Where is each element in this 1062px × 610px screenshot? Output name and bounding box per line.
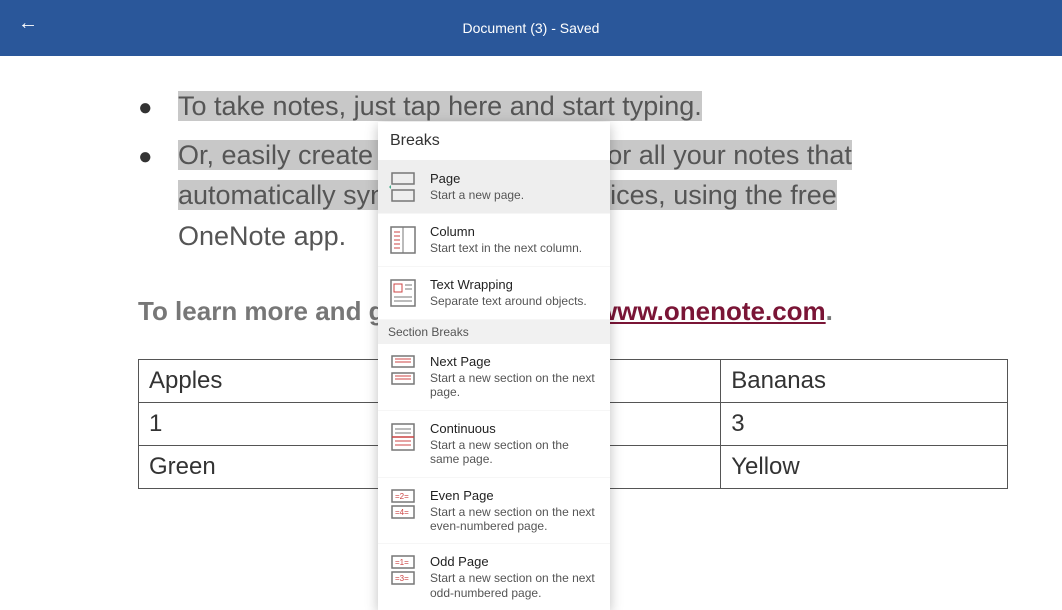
dd-text: Page Start a new page. bbox=[430, 171, 524, 202]
option-title: Even Page bbox=[430, 488, 600, 503]
option-title: Odd Page bbox=[430, 554, 600, 569]
option-desc: Start a new section on the next page. bbox=[430, 371, 600, 400]
table-cell[interactable]: Bananas bbox=[721, 360, 1008, 403]
dd-text: Text Wrapping Separate text around objec… bbox=[430, 277, 587, 308]
next-page-icon bbox=[388, 354, 418, 386]
dd-text: Odd Page Start a new section on the next… bbox=[430, 554, 600, 600]
option-title: Next Page bbox=[430, 354, 600, 369]
bullet-text-1: To take notes, just tap here and start t… bbox=[178, 86, 1008, 127]
option-desc: Separate text around objects. bbox=[430, 294, 587, 308]
svg-text:=1=: =1= bbox=[395, 558, 409, 567]
dd-text: Column Start text in the next column. bbox=[430, 224, 582, 255]
option-desc: Start a new section on the next even-num… bbox=[430, 505, 600, 534]
breaks-dropdown: Breaks Page Start a new page. Column Sta… bbox=[378, 122, 610, 610]
column-break-icon bbox=[388, 224, 418, 256]
break-option-textwrap[interactable]: Text Wrapping Separate text around objec… bbox=[378, 267, 610, 320]
option-desc: Start text in the next column. bbox=[430, 241, 582, 255]
table-cell[interactable]: 3 bbox=[721, 403, 1008, 446]
dd-text: Continuous Start a new section on the sa… bbox=[430, 421, 600, 467]
onenote-link[interactable]: www.onenote.com bbox=[597, 296, 826, 326]
option-desc: Start a new section on the same page. bbox=[430, 438, 600, 467]
break-option-continuous[interactable]: Continuous Start a new section on the sa… bbox=[378, 411, 610, 478]
break-option-even-page[interactable]: =2= =4= Even Page Start a new section on … bbox=[378, 478, 610, 545]
dd-text: Even Page Start a new section on the nex… bbox=[430, 488, 600, 534]
table-cell[interactable]: Yellow bbox=[721, 446, 1008, 489]
option-title: Column bbox=[430, 224, 582, 239]
highlighted-text: To take notes, just tap here and start t… bbox=[178, 91, 702, 121]
svg-text:=3=: =3= bbox=[395, 574, 409, 583]
page-break-icon bbox=[388, 171, 418, 203]
bullet-icon: ● bbox=[138, 86, 178, 127]
plain-text: OneNote app. bbox=[178, 221, 346, 251]
option-title: Text Wrapping bbox=[430, 277, 587, 292]
dropdown-section-label: Section Breaks bbox=[378, 320, 610, 344]
even-page-icon: =2= =4= bbox=[388, 488, 418, 520]
option-desc: Start a new page. bbox=[430, 188, 524, 202]
break-option-page[interactable]: Page Start a new page. bbox=[378, 161, 610, 214]
break-option-column[interactable]: Column Start text in the next column. bbox=[378, 214, 610, 267]
break-option-next-page[interactable]: Next Page Start a new section on the nex… bbox=[378, 344, 610, 411]
learn-suffix: . bbox=[826, 296, 833, 326]
dd-text: Next Page Start a new section on the nex… bbox=[430, 354, 600, 400]
option-desc: Start a new section on the next odd-numb… bbox=[430, 571, 600, 600]
dropdown-header: Breaks bbox=[378, 122, 610, 161]
break-option-odd-page[interactable]: =1= =3= Odd Page Start a new section on t… bbox=[378, 544, 610, 610]
svg-text:=2=: =2= bbox=[395, 492, 409, 501]
odd-page-icon: =1= =3= bbox=[388, 554, 418, 586]
back-arrow-icon[interactable]: ← bbox=[18, 12, 38, 35]
document-title: Document (3) - Saved bbox=[0, 20, 1062, 36]
option-title: Continuous bbox=[430, 421, 600, 436]
svg-text:=4=: =4= bbox=[395, 508, 409, 517]
list-item: ● To take notes, just tap here and start… bbox=[138, 86, 1008, 127]
title-bar: ← Document (3) - Saved bbox=[0, 0, 1062, 56]
bullet-icon: ● bbox=[138, 135, 178, 257]
option-title: Page bbox=[430, 171, 524, 186]
continuous-icon bbox=[388, 421, 418, 453]
text-wrapping-icon bbox=[388, 277, 418, 309]
